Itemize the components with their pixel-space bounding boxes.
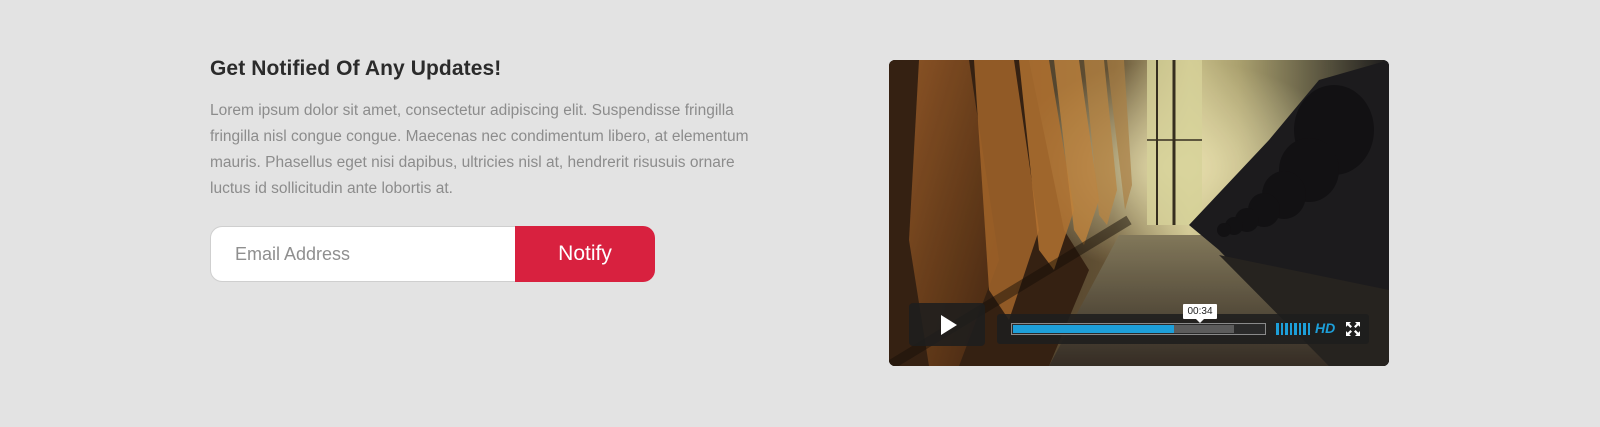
volume-bar	[1276, 323, 1279, 335]
fullscreen-icon[interactable]	[1346, 322, 1360, 336]
volume-bar	[1294, 323, 1297, 335]
signup-description: Lorem ipsum dolor sit amet, consectetur …	[210, 102, 749, 197]
play-icon	[941, 314, 957, 335]
volume-bar	[1298, 323, 1301, 335]
signup-form: Notify	[210, 226, 655, 282]
volume-bar	[1285, 323, 1288, 335]
hd-toggle[interactable]: HD	[1315, 320, 1335, 336]
signup-section: Get Notified Of Any Updates! Lorem ipsum…	[210, 56, 770, 282]
notify-button[interactable]: Notify	[515, 226, 655, 282]
video-player[interactable]: 00:34 HD	[889, 60, 1389, 366]
play-button[interactable]	[909, 303, 985, 346]
volume-bar	[1280, 323, 1283, 335]
page: Get Notified Of Any Updates! Lorem ipsum…	[0, 0, 1600, 427]
volume-bar	[1289, 323, 1292, 335]
volume-bar	[1307, 323, 1310, 335]
volume-control[interactable]	[1276, 323, 1310, 335]
signup-title: Get Notified Of Any Updates!	[210, 57, 502, 80]
progress-bar[interactable]: 00:34	[1011, 304, 1266, 335]
progress-played	[1013, 325, 1174, 333]
email-input[interactable]	[210, 226, 515, 282]
control-bar: 00:34 HD	[997, 304, 1369, 344]
volume-bar	[1303, 323, 1306, 335]
time-tooltip: 00:34	[1183, 304, 1217, 323]
